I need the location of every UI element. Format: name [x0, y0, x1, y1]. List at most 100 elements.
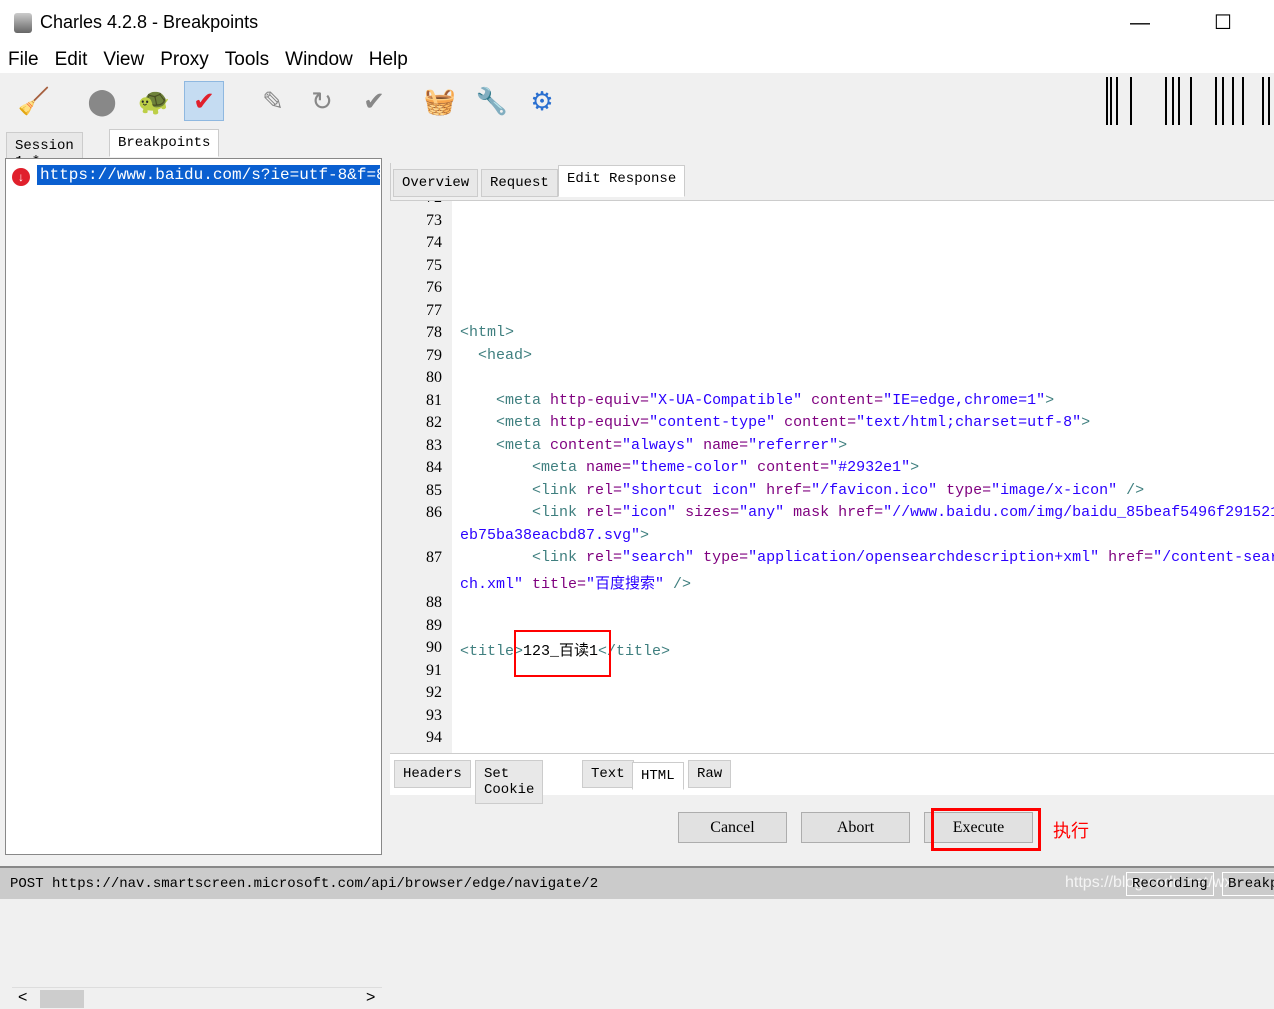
list-item-url[interactable]: https://www.baidu.com/s?ie=utf-8&f=8&r — [37, 165, 380, 185]
line-number: 73 — [426, 211, 442, 229]
maximize-button[interactable]: ☐ — [1203, 8, 1243, 38]
code-token-tag: <head> — [478, 346, 533, 364]
breakpoints-icon[interactable]: ✔ — [184, 81, 224, 121]
code-token-attr: content= — [550, 436, 623, 454]
code-token-val: "/favicon.ico" — [811, 481, 938, 499]
code-token-val: "shortcut icon" — [622, 481, 758, 499]
status-bar: POST https://nav.smartscreen.microsoft.c… — [0, 866, 1274, 899]
recording-status-button[interactable]: Recording — [1126, 872, 1214, 896]
code-text: <meta name="theme-color" content="#2932e… — [460, 459, 919, 476]
title-highlight-box — [514, 630, 611, 677]
code-token-val: "/content-sear — [1153, 549, 1274, 566]
toolbar: 🧹 ⬤ 🐢 ✔ ✎ ↻ ✔ 🧺 🔧 ⚙ — [0, 75, 1274, 129]
status-text: POST https://nav.smartscreen.microsoft.c… — [10, 876, 599, 892]
memory-indicator-bar — [1106, 77, 1108, 125]
menu-window[interactable]: Window — [277, 45, 361, 73]
scroll-left-arrow[interactable]: < — [18, 989, 27, 1007]
broom-icon[interactable]: 🧹 — [14, 81, 54, 121]
line-number: 91 — [426, 661, 442, 679]
memory-indicator-bar — [1130, 77, 1132, 125]
response-tabs: Overview Request Edit Response — [390, 163, 1274, 200]
code-token-attr: name= — [586, 459, 632, 476]
line-number: 93 — [426, 706, 442, 724]
code-text: <meta content="always" name="referrer"> — [460, 437, 847, 454]
code-token-attr: http-equiv= — [550, 414, 650, 431]
basket-icon[interactable]: 🧺 — [420, 81, 460, 121]
memory-indicator-bar — [1215, 77, 1217, 125]
scroll-right-arrow[interactable]: > — [366, 989, 375, 1007]
tab-request[interactable]: Request — [481, 169, 558, 197]
code-token-val: "#2932e1" — [829, 459, 911, 476]
code-token-attr: content= — [802, 391, 884, 409]
horizontal-scrollbar[interactable]: < > — [12, 987, 382, 1009]
turtle-throttle-icon[interactable]: 🐢 — [134, 81, 174, 121]
tab-overview[interactable]: Overview — [393, 169, 479, 197]
code-token-tag: > — [1081, 414, 1091, 431]
menu-view[interactable]: View — [95, 45, 152, 73]
code-token-val: "search" — [622, 549, 695, 566]
code-text: <meta http-equiv="X-UA-Compatible" conte… — [460, 392, 1054, 409]
code-token-val: "百度搜索" — [586, 575, 665, 593]
menu-tools[interactable]: Tools — [217, 45, 277, 73]
code-token-val: "image/x-icon" — [991, 481, 1118, 499]
tab-set-cookie[interactable]: Set Cookie — [475, 760, 544, 804]
minimize-button[interactable]: — — [1120, 8, 1160, 38]
record-icon[interactable]: ⬤ — [82, 81, 122, 121]
code-token-attr: type= — [694, 549, 749, 566]
code-token-val: "theme-color" — [631, 459, 749, 476]
settings-gear-icon[interactable]: ⚙ — [522, 81, 562, 121]
tab-breakpoints[interactable]: Breakpoints — [109, 129, 220, 157]
line-number: 74 — [426, 234, 442, 251]
code-token-attr: href= — [757, 481, 812, 499]
breakpoints-status-button[interactable]: Breakp — [1222, 872, 1274, 896]
tab-text[interactable]: Text — [582, 760, 634, 788]
code-text: <link rel="search" type="application/ope… — [460, 549, 1274, 566]
code-text: <head> — [460, 347, 532, 364]
code-token-tag: <link — [532, 481, 587, 499]
scroll-thumb[interactable] — [40, 990, 84, 1008]
abort-button[interactable]: Abort — [801, 812, 910, 843]
code-token-val: "icon" — [622, 504, 677, 521]
breakpoints-list: ↓ https://www.baidu.com/s?ie=utf-8&f=8&r… — [5, 158, 382, 1009]
line-number: 94 — [426, 729, 442, 746]
code-token-tag: <html> — [460, 324, 515, 341]
line-number: 88 — [426, 594, 442, 611]
repeat-icon[interactable]: ↻ — [302, 81, 342, 121]
code-token-val: "X-UA-Compatible" — [649, 391, 803, 409]
menu-proxy[interactable]: Proxy — [152, 45, 217, 73]
line-number: 84 — [426, 459, 442, 476]
code-token-val: "always" — [622, 436, 695, 454]
code-token-val: "any" — [739, 504, 785, 521]
title-bar: Charles 4.2.8 - Breakpoints — ☐ — [0, 0, 1274, 45]
window-title: Charles 4.2.8 - Breakpoints — [40, 12, 259, 32]
line-number: 75 — [426, 256, 442, 274]
tab-headers[interactable]: Headers — [394, 760, 471, 788]
line-number: 82 — [426, 414, 442, 431]
line-number: 77 — [426, 301, 442, 319]
code-text: ch.xml" title="百度搜索" /> — [460, 572, 691, 593]
cancel-button[interactable]: Cancel — [678, 812, 787, 843]
code-token-tag: <link — [532, 504, 587, 521]
tools-icon[interactable]: 🔧 — [472, 81, 512, 121]
code-token-tag: > — [838, 436, 848, 454]
validate-check-icon[interactable]: ✔ — [354, 81, 394, 121]
menu-bar: File Edit View Proxy Tools Window Help — [0, 45, 1274, 73]
code-token-val: ch.xml" — [460, 575, 524, 593]
line-number: 76 — [426, 279, 442, 296]
line-number: 79 — [426, 346, 442, 364]
tab-edit-response[interactable]: Edit Response — [558, 165, 686, 197]
code-token-attr: mask href= — [784, 504, 884, 521]
menu-edit[interactable]: Edit — [47, 45, 96, 73]
tab-raw[interactable]: Raw — [688, 760, 732, 788]
line-number: 83 — [426, 436, 442, 454]
menu-file[interactable]: File — [0, 45, 47, 73]
code-token-attr: href= — [1099, 549, 1154, 566]
line-number: 90 — [426, 639, 442, 656]
menu-help[interactable]: Help — [361, 45, 416, 73]
pen-compose-icon[interactable]: ✎ — [253, 81, 293, 121]
tab-html[interactable]: HTML — [632, 762, 684, 790]
